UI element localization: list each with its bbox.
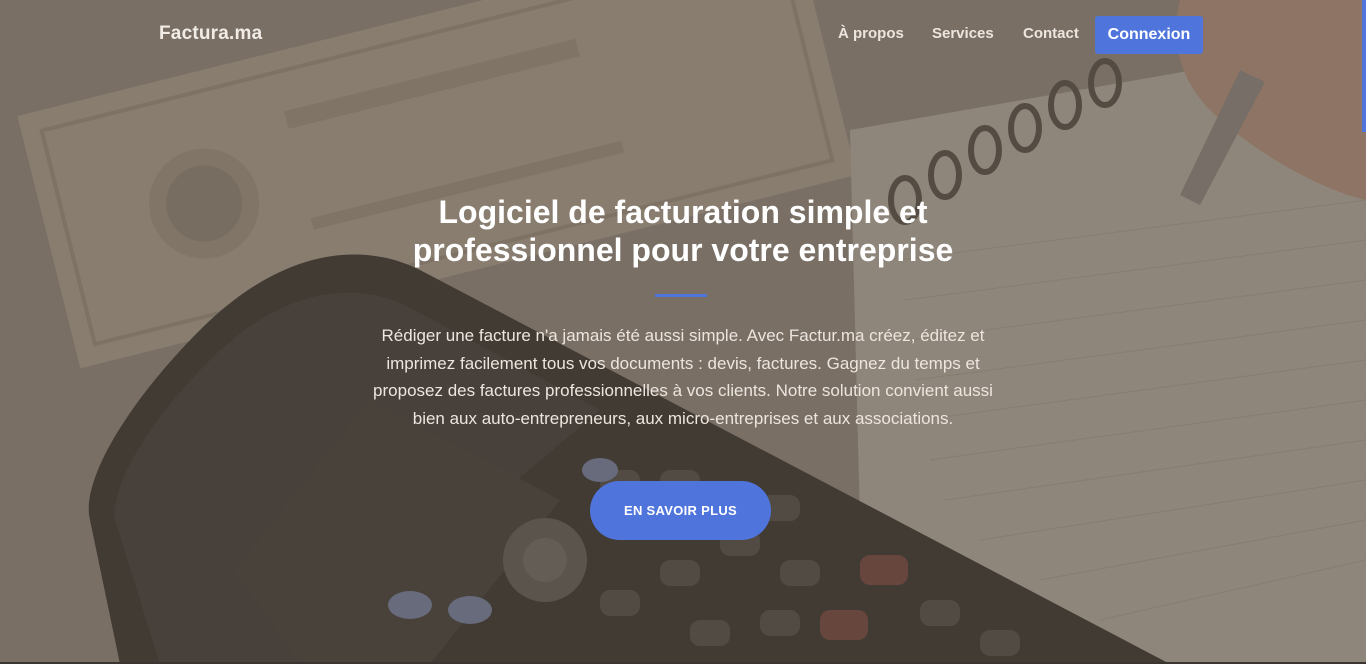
hero-title-line-2: professionnel pour votre entreprise: [412, 232, 954, 268]
learn-more-button[interactable]: EN SAVOIR PLUS: [590, 481, 771, 540]
scrollbar-thumb[interactable]: [1362, 0, 1366, 132]
hero-description: Rédiger une facture n'a jamais été aussi…: [343, 322, 1023, 432]
top-navbar: Factura.ma À propos Services Contact Con…: [0, 0, 1366, 70]
hero-description-line: proposez des factures professionnelles à…: [373, 381, 993, 400]
hero-description-line: Rédiger une facture n'a jamais été aussi…: [381, 326, 985, 345]
login-button[interactable]: Connexion: [1095, 16, 1203, 54]
hero-description-line: bien aux auto-entrepreneurs, aux micro-e…: [412, 408, 954, 428]
hero-description-line: imprimez facilement tous vos documents :…: [386, 353, 980, 373]
hero-title-line-1: Logiciel de facturation simple et: [438, 194, 928, 230]
hero-title: Logiciel de facturation simple et profes…: [333, 193, 1033, 269]
nav-link-contact[interactable]: Contact: [1023, 25, 1079, 42]
nav-link-a-propos[interactable]: À propos: [838, 25, 904, 42]
title-divider: [655, 294, 707, 297]
brand-logo[interactable]: Factura.ma: [159, 23, 262, 45]
nav-link-services[interactable]: Services: [932, 25, 994, 42]
hero-section: Factura.ma À propos Services Contact Con…: [0, 0, 1366, 664]
